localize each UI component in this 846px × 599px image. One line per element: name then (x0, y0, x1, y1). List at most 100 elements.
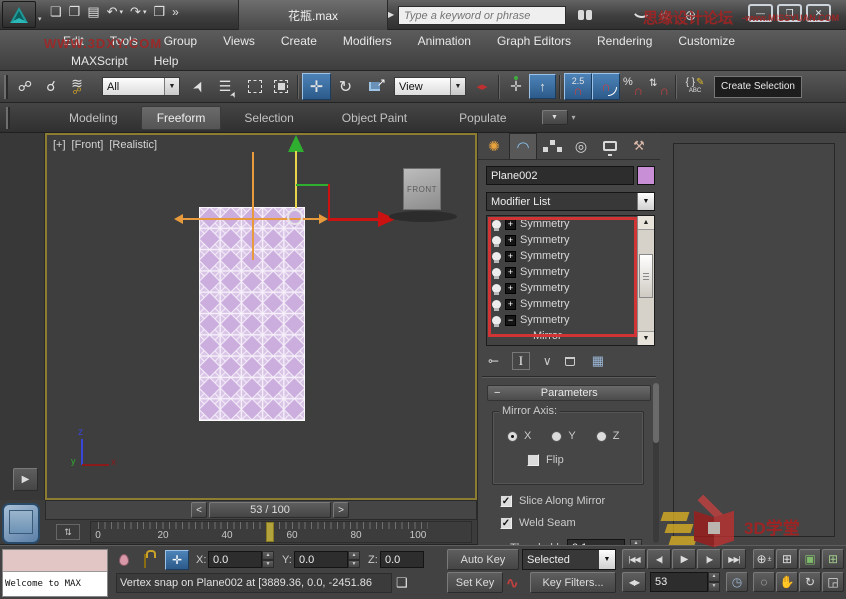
x-coordinate-field[interactable]: 0.0 (208, 551, 262, 568)
track-ruler[interactable]: 0 20 40 60 80 100 (90, 521, 472, 543)
zoom-button[interactable]: ⊕± (753, 549, 775, 569)
zoom-all-button[interactable]: ⊞ (776, 549, 798, 569)
snaps-toggle-button[interactable]: 2.5∩ (564, 73, 592, 100)
menu-modifiers[interactable]: Modifiers (330, 32, 405, 50)
previous-frame-button[interactable]: ◀| (647, 549, 671, 569)
spinner-snap-toggle-icon[interactable]: ⇅∩ (646, 74, 672, 100)
modifier-bulb-icon[interactable] (492, 284, 501, 293)
time-slider-handle[interactable]: 53 / 100 (209, 502, 331, 518)
unlink-selection-icon[interactable]: ☌ (38, 74, 64, 100)
tab-utilities[interactable]: ⚒ (625, 134, 653, 159)
undo-dropdown-icon[interactable]: ▾ (120, 8, 124, 16)
configure-modifier-sets-icon[interactable]: ▦ (592, 353, 604, 369)
radio-axis-y[interactable] (551, 431, 562, 442)
reference-coordinate-dropdown[interactable]: View ▼ (394, 77, 466, 96)
radio-axis-z[interactable] (596, 431, 607, 442)
modifier-bulb-icon[interactable] (492, 236, 501, 245)
default-tangent-icon[interactable]: ∿ (506, 574, 519, 592)
pan-button[interactable]: ✋ (776, 572, 798, 592)
grid-toggle-icon[interactable]: ❑ (396, 575, 408, 591)
open-mini-track-icon[interactable]: ⇅ (56, 524, 80, 540)
menu-views[interactable]: Views (210, 32, 268, 50)
ribbon-tab-modeling[interactable]: Modeling (54, 107, 133, 129)
ribbon-tab-object-paint[interactable]: Object Paint (327, 107, 422, 129)
orbit-button[interactable]: ↻ (799, 572, 821, 592)
tab-motion[interactable]: ◎ (567, 134, 595, 159)
rectangular-selection-region-icon[interactable] (242, 74, 268, 100)
tab-create[interactable]: ✺ (480, 134, 508, 159)
maxscript-mini-listener[interactable]: Welcome to MAX (2, 549, 108, 597)
modifier-bulb-icon[interactable] (492, 220, 501, 229)
scroll-up-icon[interactable]: ▲ (638, 216, 654, 230)
select-and-move-button[interactable]: ✛ (302, 73, 331, 100)
gizmo-xy-plane-top[interactable] (296, 184, 329, 186)
y-coordinate-field[interactable]: 0.0 (294, 551, 348, 568)
modifier-bulb-icon[interactable] (492, 268, 501, 277)
tab-modify[interactable]: ◠ (509, 133, 537, 159)
select-and-manipulate-icon[interactable]: ✛ (503, 74, 529, 100)
scroll-down-icon[interactable]: ▼ (638, 331, 654, 345)
redo-icon[interactable]: ↷ (130, 4, 141, 20)
ribbon-drag-handle[interactable] (6, 107, 10, 129)
zoom-extents-all-button[interactable]: ⊞ (822, 549, 844, 569)
transform-typein-toggle[interactable]: ✛ (165, 550, 189, 570)
z-coordinate-field[interactable]: 0.0 (380, 551, 424, 568)
license-key-icon[interactable] (602, 9, 618, 21)
toolbar-overflow-icon[interactable]: » (172, 5, 179, 19)
modifier-row-symmetry[interactable]: +Symmetry (487, 248, 637, 264)
play-button[interactable]: ▶ (672, 549, 696, 569)
modifier-row-symmetry[interactable]: +Symmetry (487, 232, 637, 248)
viewport-shading-menu[interactable]: [Realistic] (109, 139, 157, 151)
expand-toggle-icon[interactable]: + (505, 299, 516, 310)
manage-scene-icon[interactable]: ❒ (153, 4, 165, 20)
ribbon-tab-selection[interactable]: Selection (229, 107, 308, 129)
search-icon[interactable] (578, 10, 584, 20)
selection-lock-icon[interactable] (144, 554, 146, 568)
current-frame-field[interactable]: 53 (650, 572, 708, 592)
expand-toggle-icon[interactable]: + (505, 219, 516, 230)
edit-named-selection-sets-icon[interactable]: { }✎ABC (680, 74, 710, 100)
percent-snap-toggle-icon[interactable]: %∩ (620, 74, 646, 100)
panel-scrollbar[interactable] (653, 383, 659, 543)
x-spinner[interactable]: ▲▼ (262, 551, 274, 568)
viewport-layout-tab-button[interactable] (2, 503, 40, 544)
frame-forward-button[interactable]: > (333, 502, 349, 518)
angle-snap-toggle-button[interactable]: ∩ (592, 73, 620, 100)
modifier-bulb-icon[interactable] (492, 252, 501, 261)
flip-checkbox[interactable] (527, 454, 539, 466)
window-crossing-icon[interactable] (268, 74, 294, 100)
tab-display[interactable] (596, 134, 624, 159)
new-file-icon[interactable]: ❏ (50, 4, 62, 20)
app-logo-button[interactable] (2, 1, 36, 28)
gizmo-x-axis[interactable] (328, 218, 380, 221)
spin-up-icon[interactable]: ▲ (348, 551, 360, 560)
current-frame-marker[interactable] (266, 522, 274, 542)
weld-checkbox[interactable]: ✓ (500, 517, 512, 529)
tab-hierarchy[interactable] (538, 134, 566, 159)
spin-up-icon[interactable]: ▲ (262, 551, 274, 560)
macro-recorder-pane[interactable] (3, 550, 107, 572)
menu-create[interactable]: Create (268, 32, 330, 50)
scroll-thumb[interactable] (639, 254, 653, 298)
viewport-pov-menu[interactable]: [Front] (72, 139, 104, 151)
modifier-row-mirror[interactable]: Mirror (487, 328, 637, 344)
listener-pane[interactable]: Welcome to MAX (3, 572, 107, 596)
menu-rendering[interactable]: Rendering (584, 32, 665, 50)
open-file-icon[interactable]: ❐ (69, 4, 81, 20)
gizmo-xy-plane-right[interactable] (328, 184, 330, 220)
select-and-link-icon[interactable]: ☍ (12, 74, 38, 100)
slice-checkbox[interactable]: ✓ (500, 495, 512, 507)
menu-graph-editors[interactable]: Graph Editors (484, 32, 584, 50)
radio-axis-x[interactable] (507, 431, 518, 442)
panel-expander-button[interactable]: ▶ (13, 468, 38, 491)
search-input[interactable] (398, 6, 566, 25)
bind-to-spacewarp-icon[interactable]: ≋☍ (64, 74, 90, 100)
menu-maxscript[interactable]: MAXScript (58, 52, 141, 70)
create-selection-set-field[interactable]: Create Selection (714, 76, 802, 98)
y-spinner[interactable]: ▲▼ (348, 551, 360, 568)
gizmo-y-axis[interactable] (295, 151, 297, 208)
set-key-button[interactable]: Set Key (447, 572, 503, 593)
modifier-row-symmetry[interactable]: −Symmetry (487, 312, 637, 328)
object-color-swatch[interactable] (637, 166, 655, 185)
modifier-row-symmetry[interactable]: +Symmetry (487, 216, 637, 232)
